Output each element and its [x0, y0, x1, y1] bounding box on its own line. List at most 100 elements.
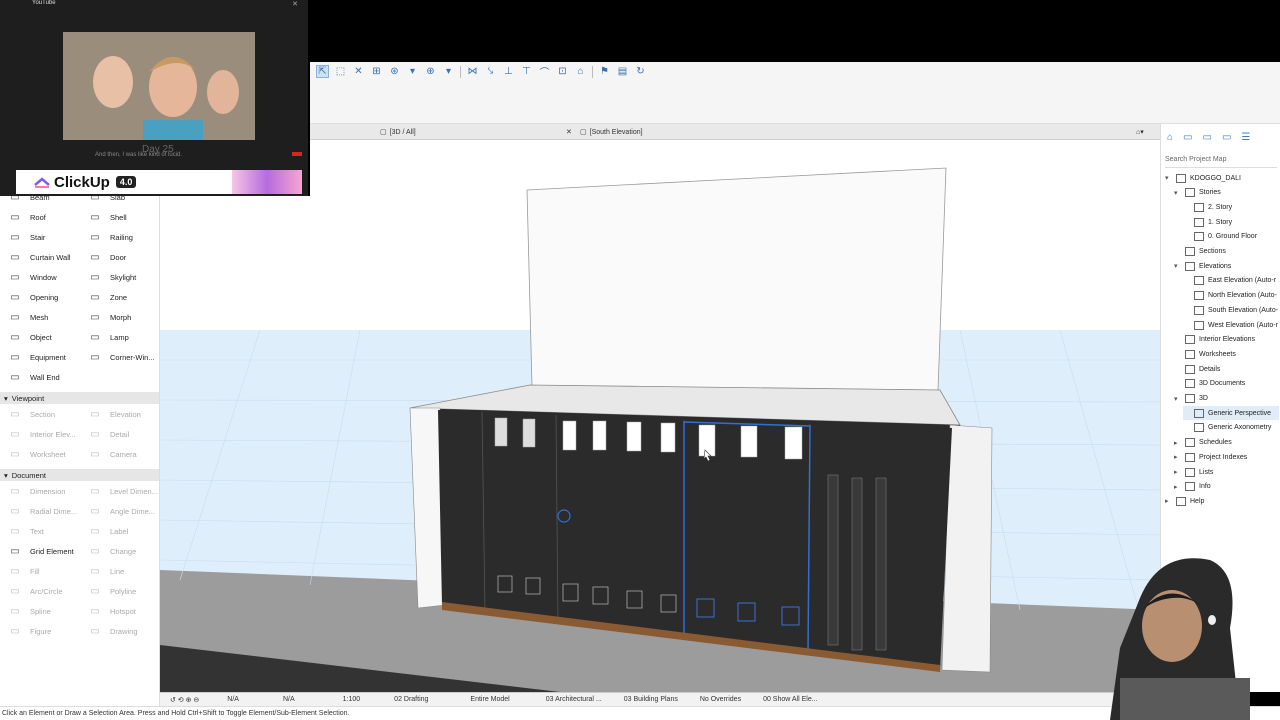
tree-arrow-icon[interactable]: ▾	[1174, 395, 1181, 403]
search-project-map[interactable]: Search Project Map	[1165, 156, 1277, 168]
palette-tool-door[interactable]: ▭ Door	[88, 250, 126, 264]
close-icon[interactable]: ✕	[566, 126, 572, 138]
palette-tool-wall-end[interactable]: ▭ Wall End	[8, 370, 59, 384]
navigator-item[interactable]: Details	[1174, 362, 1279, 376]
palette-tool-spline[interactable]: ▭ Spline	[8, 604, 51, 618]
layout-book-icon[interactable]: ▭	[1203, 132, 1212, 143]
palette-tool-camera[interactable]: ▭ Camera	[88, 447, 136, 461]
palette-tool-shell[interactable]: ▭ Shell	[88, 210, 126, 224]
navigator-item[interactable]: ▸ Info	[1174, 480, 1279, 494]
navigator-item[interactable]: North Elevation (Auto-	[1183, 289, 1279, 303]
close-icon[interactable]: ✕	[292, 0, 298, 8]
orbit-icon[interactable]: ⊛	[388, 65, 401, 78]
navigator-item[interactable]: Generic Perspective	[1183, 406, 1279, 421]
viewpoint-section-header[interactable]: ▾ Viewpoint	[0, 392, 159, 404]
tree-arrow-icon[interactable]: ▸	[1165, 497, 1172, 505]
trim-icon[interactable]: ⋈	[466, 65, 479, 78]
palette-tool-angle-dime[interactable]: ▭ Angle Dime...	[88, 504, 155, 518]
navigator-item[interactable]: South Elevation (Auto-	[1183, 303, 1279, 317]
sponsor-banner[interactable]: ClickUp 4.0	[16, 170, 302, 194]
tree-arrow-icon[interactable]: ▸	[1174, 453, 1181, 461]
palette-tool-railing[interactable]: ▭ Railing	[88, 230, 133, 244]
palette-tool-label[interactable]: ▭ Label	[88, 524, 128, 538]
snap-icon[interactable]: ✕	[352, 65, 365, 78]
palette-tool-stair[interactable]: ▭ Stair	[8, 230, 45, 244]
palette-tool-object[interactable]: ▭ Object	[8, 330, 51, 344]
scale-angle-value[interactable]: N/A	[227, 696, 239, 703]
grid-snap-icon[interactable]: ⊞	[370, 65, 383, 78]
document-section-header[interactable]: ▾ Document	[0, 469, 159, 481]
tree-arrow-icon[interactable]: ▸	[1174, 468, 1181, 476]
layer-set-select[interactable]: 02 Drafting	[394, 696, 428, 703]
fillet-icon[interactable]: ⌒	[538, 65, 551, 79]
navigator-item[interactable]: East Elevation (Auto-r	[1183, 274, 1279, 288]
tree-arrow-icon[interactable]: ▾	[1165, 174, 1172, 182]
palette-tool-level-dimen[interactable]: ▭ Level Dimen...	[88, 484, 158, 498]
palette-tool-window[interactable]: ▭ Window	[8, 270, 56, 284]
navigator-item[interactable]: 1. Story	[1183, 215, 1279, 229]
offset-icon[interactable]: ⊡	[556, 65, 569, 78]
undo-zoom-icon[interactable]: ↺ ⟲ ⊕ ⊖	[170, 696, 199, 704]
project-map-icon[interactable]: ⌂	[1167, 132, 1173, 143]
menu-icon[interactable]: ☰	[1241, 132, 1250, 143]
navigator-item[interactable]: Worksheets	[1174, 347, 1279, 361]
palette-tool-worksheet[interactable]: ▭ Worksheet	[8, 447, 65, 461]
model-view-select[interactable]: Entire Model	[470, 696, 509, 703]
tab-3d-all[interactable]: ▢ [3D / All]	[380, 126, 416, 138]
navigator-item[interactable]: Sections	[1174, 245, 1279, 259]
palette-tool-hotspot[interactable]: ▭ Hotspot	[88, 604, 136, 618]
dropdown-icon[interactable]: ▾	[442, 65, 455, 78]
palette-tool-radial-dime[interactable]: ▭ Radial Dime...	[8, 504, 77, 518]
palette-tool-equipment[interactable]: ▭ Equipment	[8, 350, 66, 364]
palette-tool-zone[interactable]: ▭ Zone	[88, 290, 127, 304]
refresh-icon[interactable]: ↻	[634, 65, 647, 78]
navigator-item[interactable]: 3D Documents	[1174, 377, 1279, 391]
video-overlay[interactable]: YouTube ✕ Day 25 And then, I was like ki…	[0, 0, 310, 196]
palette-tool-figure[interactable]: ▭ Figure	[8, 624, 51, 638]
palette-tool-fill[interactable]: ▭ Fill	[8, 564, 39, 578]
navigator-item[interactable]: West Elevation (Auto-r	[1183, 318, 1279, 332]
tab-south-elevation[interactable]: ▢ [South Elevation]	[580, 126, 643, 138]
palette-tool-interior-elev[interactable]: ▭ Interior Elev...	[8, 427, 75, 441]
scale-select[interactable]: 1:100	[343, 696, 361, 703]
tree-arrow-icon[interactable]: ▸	[1174, 439, 1181, 447]
split-icon[interactable]: ⤥	[484, 65, 497, 78]
palette-tool-polyline[interactable]: ▭ Polyline	[88, 584, 136, 598]
palette-tool-dimension[interactable]: ▭ Dimension	[8, 484, 65, 498]
navigator-item[interactable]: ▾ Stories	[1174, 186, 1279, 200]
palette-tool-arc-circle[interactable]: ▭ Arc/Circle	[8, 584, 62, 598]
navigator-item[interactable]: Generic Axonometry	[1183, 421, 1279, 435]
tab-options-icon[interactable]: ⌂▾	[1136, 126, 1144, 138]
adjust-icon[interactable]: ⊥	[502, 65, 515, 78]
palette-tool-mesh[interactable]: ▭ Mesh	[8, 310, 48, 324]
view-map-icon[interactable]: ▭	[1183, 132, 1192, 143]
tree-arrow-icon[interactable]: ▾	[1174, 262, 1181, 270]
navigator-item[interactable]: ▾ 3D	[1174, 392, 1279, 406]
palette-tool-morph[interactable]: ▭ Morph	[88, 310, 131, 324]
structure-select[interactable]: 03 Architectural ...	[546, 696, 602, 703]
palette-tool-section[interactable]: ▭ Section	[8, 407, 55, 421]
navigate-icon[interactable]: ⊕	[424, 65, 437, 78]
navigator-item[interactable]: ▾ Elevations	[1174, 259, 1279, 273]
palette-tool-detail[interactable]: ▭ Detail	[88, 427, 129, 441]
publisher-icon[interactable]: ▭	[1222, 132, 1231, 143]
arrow-select-icon[interactable]: ⇱	[316, 65, 329, 78]
marquee-icon[interactable]: ⬚	[334, 65, 347, 78]
navigator-item[interactable]: ▸ Project Indexes	[1174, 450, 1279, 464]
palette-tool-skylight[interactable]: ▭ Skylight	[88, 270, 136, 284]
navigator-item[interactable]: 2. Story	[1183, 200, 1279, 214]
palette-tool-elevation[interactable]: ▭ Elevation	[88, 407, 141, 421]
palette-tool-line[interactable]: ▭ Line	[88, 564, 124, 578]
palette-tool-lamp[interactable]: ▭ Lamp	[88, 330, 129, 344]
orientation-value[interactable]: N/A	[283, 696, 295, 703]
video-overlay-controls[interactable]: ✕	[292, 0, 298, 8]
tree-arrow-icon[interactable]: ▾	[1174, 189, 1181, 197]
palette-tool-drawing[interactable]: ▭ Drawing	[88, 624, 137, 638]
layers-icon[interactable]: ▤	[616, 65, 629, 78]
palette-tool-text[interactable]: ▭ Text	[8, 524, 44, 538]
palette-tool-opening[interactable]: ▭ Opening	[8, 290, 58, 304]
palette-tool-grid-element[interactable]: ▭ Grid Element	[8, 544, 74, 558]
roof-tool-icon[interactable]: ⌂	[574, 65, 587, 78]
pen-set-select[interactable]: 03 Building Plans	[624, 696, 678, 703]
navigator-item[interactable]: ▸ Help	[1165, 494, 1279, 508]
